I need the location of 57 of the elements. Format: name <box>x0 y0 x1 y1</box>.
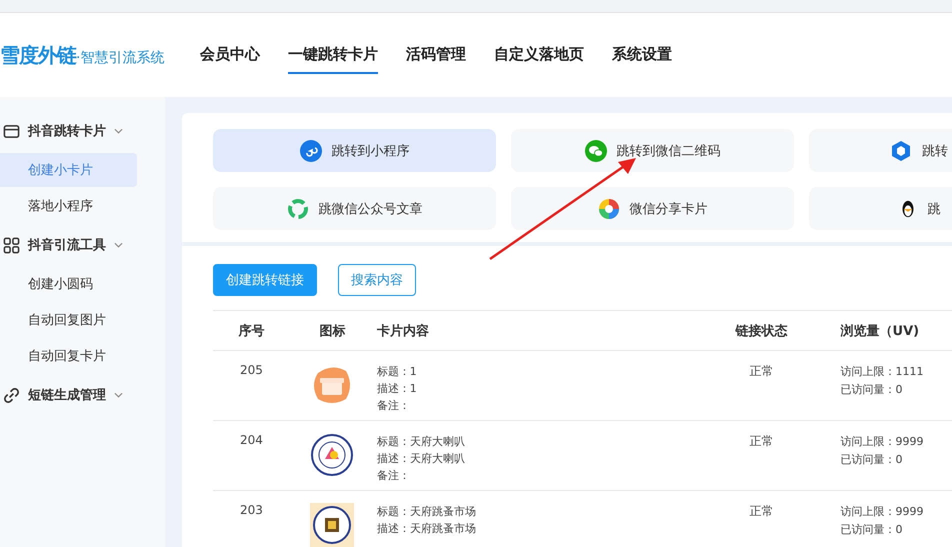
chevron-icon <box>114 392 123 398</box>
stat-line: 已访问量：0 <box>840 382 904 398</box>
nav-tab[interactable]: 自定义落地页 <box>494 36 584 74</box>
jump-type-button[interactable]: 跳转到小程序 <box>213 129 496 172</box>
mini-program-icon <box>300 140 322 162</box>
nav-tab[interactable]: 一键跳转卡片 <box>288 36 378 74</box>
column-header: 浏览量（UV) <box>839 322 920 340</box>
card-content-line: 描述：天府跳蚤市场 <box>376 521 477 537</box>
nav-tab[interactable]: 活码管理 <box>406 36 466 74</box>
column-header: 图标 <box>318 322 346 340</box>
card-content-line: 描述：1 <box>376 381 418 397</box>
search-button[interactable]: 搜索内容 <box>338 264 416 296</box>
stat-line: 已访问量：0 <box>840 522 904 538</box>
sidebar-group-header[interactable]: 抖音跳转卡片 <box>0 111 165 151</box>
status-text: 正常 <box>748 503 774 520</box>
status-text: 正常 <box>748 433 774 450</box>
sidebar-group-header[interactable]: 抖音引流工具 <box>0 225 165 265</box>
stat-line: 访问上限：9999 <box>840 434 925 450</box>
stat-line: 已访问量：0 <box>840 452 904 468</box>
column-header: 卡片内容 <box>376 322 430 340</box>
card-content-line: 备注： <box>376 468 411 484</box>
stat-line: 访问上限：9999 <box>840 504 925 520</box>
nav-tab[interactable]: 系统设置 <box>612 36 672 74</box>
status-text: 正常 <box>748 363 774 380</box>
ring-icon <box>286 198 308 220</box>
table-cell-text: 203 <box>239 503 264 519</box>
sidebar-item[interactable]: 落地小程序 <box>0 189 137 223</box>
jump-type-button[interactable]: 跳 <box>809 187 952 230</box>
chevron-icon <box>114 128 123 134</box>
table-cell-text: 205 <box>239 363 264 379</box>
sidebar-group-header[interactable]: 短链生成管理 <box>0 375 165 415</box>
logo: 雪度外链 <box>0 42 76 68</box>
table-cell-text: 204 <box>239 433 264 449</box>
stat-line: 访问上限：1111 <box>840 364 925 380</box>
card-content-line: 标题：1 <box>376 364 418 380</box>
jump-type-button[interactable]: 跳转 <box>809 129 952 172</box>
card-content-line: 描述：天府大喇叭 <box>376 451 466 467</box>
jump-type-button[interactable]: 跳转到微信二维码 <box>511 129 794 172</box>
card-content-line: 标题：天府跳蚤市场 <box>376 504 477 520</box>
chat-bubbles-icon <box>584 140 606 162</box>
chevron-icon <box>114 242 123 248</box>
cube-icon <box>890 140 912 162</box>
jump-type-button[interactable]: 跳微信公众号文章 <box>213 187 496 230</box>
card-content-line: 备注： <box>376 398 411 414</box>
column-header: 链接状态 <box>734 322 788 340</box>
card-icon <box>3 122 20 140</box>
sidebar-item[interactable]: 自动回复图片 <box>0 303 137 337</box>
card-content-line: 标题：天府大喇叭 <box>376 434 466 450</box>
column-header: 序号 <box>237 322 266 340</box>
nav-tab[interactable]: 会员中心 <box>200 36 260 74</box>
grid-icon <box>3 236 20 254</box>
sidebar-item[interactable]: 创建小圆码 <box>0 267 137 301</box>
logo-subtitle: ·智慧引流系统 <box>76 50 164 66</box>
link-icon <box>3 386 20 404</box>
aperture-icon <box>598 198 620 220</box>
jump-type-button[interactable]: 微信分享卡片 <box>511 187 794 230</box>
sidebar-item[interactable]: 自动回复卡片 <box>0 339 137 373</box>
